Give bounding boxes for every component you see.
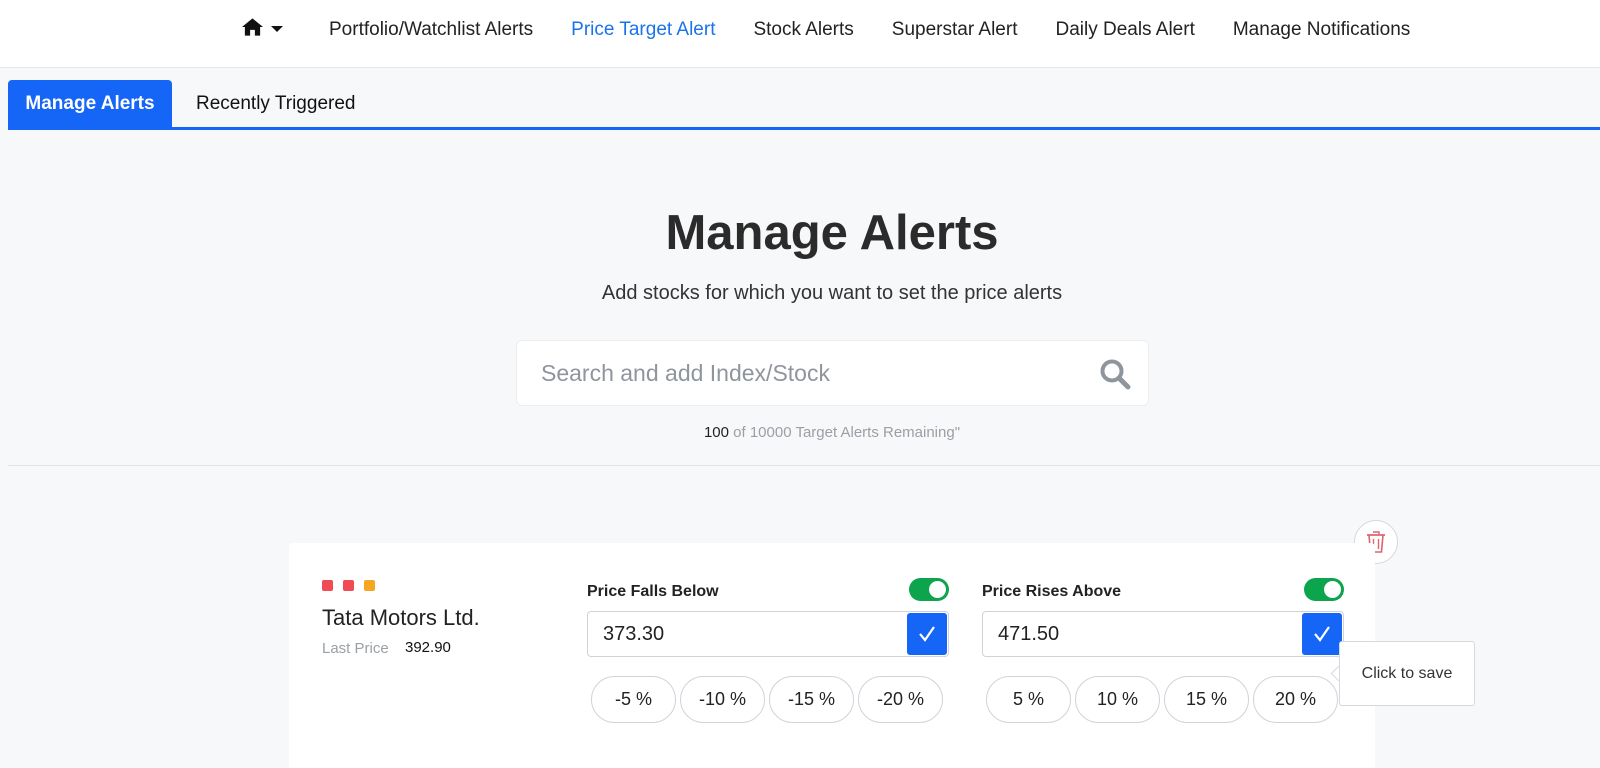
tab-manage-alerts[interactable]: Manage Alerts <box>8 80 172 127</box>
chip-plus-20[interactable]: 20 % <box>1253 676 1338 723</box>
search-icon <box>1100 359 1131 390</box>
nav-portfolio-watchlist-alerts[interactable]: Portfolio/Watchlist Alerts <box>329 19 533 41</box>
price-rises-above-label: Price Rises Above <box>982 583 1122 600</box>
nav-stock-alerts[interactable]: Stock Alerts <box>753 19 853 41</box>
page-title: Manage Alerts <box>665 206 999 260</box>
tab-bar: Manage Alerts Recently Triggered <box>8 80 1600 130</box>
search-button[interactable] <box>1098 357 1132 391</box>
search-bar <box>516 340 1149 406</box>
nav-price-target-alert[interactable]: Price Target Alert <box>571 19 715 41</box>
alerts-remaining: 100 of 10000 Target Alerts Remaining" <box>0 424 1600 441</box>
stock-name: Tata Motors Ltd. <box>322 605 480 630</box>
price-rises-above-toggle[interactable] <box>1304 578 1344 601</box>
last-price-label: Last Price <box>322 640 389 657</box>
price-falls-below-field <box>587 611 949 657</box>
toggle-knob <box>929 581 946 598</box>
page-subtitle: Add stocks for which you want to set the… <box>601 282 1063 304</box>
chip-minus-5[interactable]: -5 % <box>591 676 676 723</box>
status-dot <box>322 580 333 591</box>
rises-above-chips: 5 % 10 % 15 % 20 % <box>986 676 1342 723</box>
status-dots <box>322 580 385 591</box>
save-falls-below-button[interactable] <box>907 613 947 655</box>
price-rises-above-input[interactable] <box>998 612 1288 656</box>
checkmark-icon <box>1314 626 1330 642</box>
top-navigation: Portfolio/Watchlist Alerts Price Target … <box>0 0 1600 68</box>
chip-plus-10[interactable]: 10 % <box>1075 676 1160 723</box>
price-falls-below-toggle[interactable] <box>909 578 949 601</box>
home-icon <box>242 18 263 36</box>
search-input[interactable] <box>541 341 1061 405</box>
status-dot <box>343 580 354 591</box>
stock-alert-card: Tata Motors Ltd. Last Price 392.90 Price… <box>289 543 1375 768</box>
chip-plus-5[interactable]: 5 % <box>986 676 1071 723</box>
section-divider <box>8 465 1600 466</box>
chevron-down-icon <box>271 25 283 32</box>
last-price-value: 392.90 <box>405 639 451 656</box>
tab-recently-triggered[interactable]: Recently Triggered <box>196 80 355 127</box>
price-rises-above-field <box>982 611 1344 657</box>
checkmark-icon <box>919 626 935 642</box>
alerts-remaining-count: 100 <box>703 424 729 441</box>
save-rises-above-button[interactable] <box>1302 613 1342 655</box>
nav-superstar-alert[interactable]: Superstar Alert <box>892 19 1018 41</box>
nav-daily-deals-alert[interactable]: Daily Deals Alert <box>1055 19 1194 41</box>
toggle-knob <box>1324 581 1341 598</box>
chip-minus-15[interactable]: -15 % <box>769 676 854 723</box>
chip-minus-20[interactable]: -20 % <box>858 676 943 723</box>
chip-plus-15[interactable]: 15 % <box>1164 676 1249 723</box>
falls-below-chips: -5 % -10 % -15 % -20 % <box>591 676 947 723</box>
price-falls-below-label: Price Falls Below <box>587 583 719 600</box>
price-falls-below-input[interactable] <box>603 612 893 656</box>
alerts-remaining-text: of 10000 Target Alerts Remaining" <box>729 424 961 441</box>
status-dot <box>364 580 375 591</box>
home-menu[interactable] <box>242 18 283 36</box>
save-tooltip: Click to save <box>1339 641 1475 706</box>
nav-manage-notifications[interactable]: Manage Notifications <box>1233 19 1410 41</box>
chip-minus-10[interactable]: -10 % <box>680 676 765 723</box>
nav-links: Portfolio/Watchlist Alerts Price Target … <box>329 19 1448 41</box>
